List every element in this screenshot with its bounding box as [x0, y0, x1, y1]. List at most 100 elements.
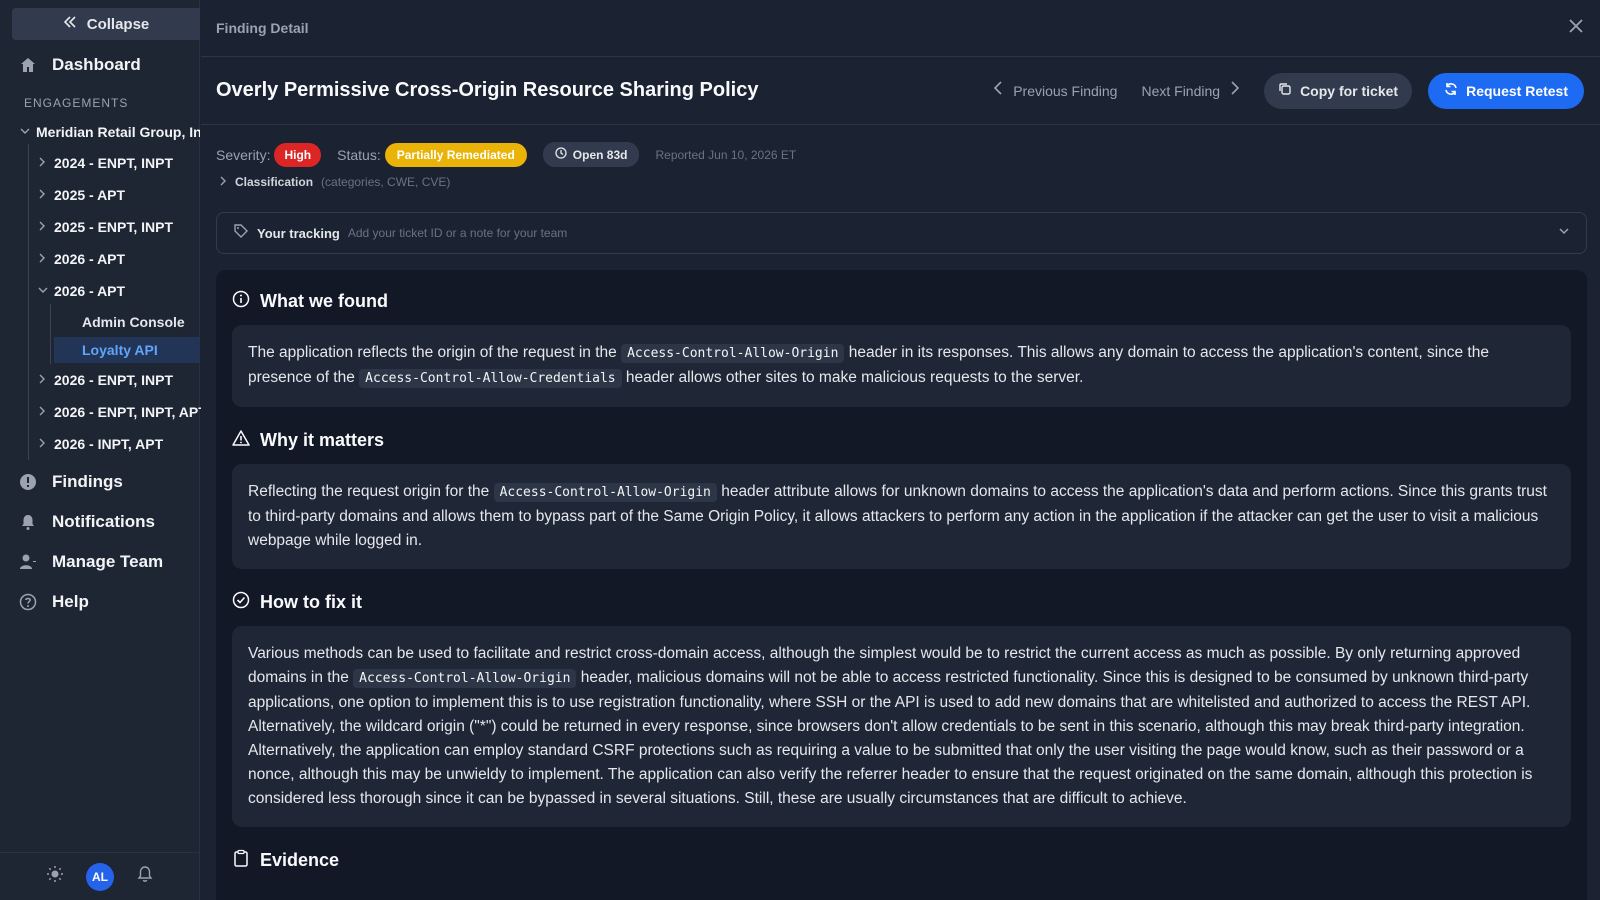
chevron-right-icon	[38, 221, 46, 234]
engagement-label: 2024 - ENPT, INPT	[54, 155, 174, 171]
nav-notifications-label: Notifications	[52, 512, 155, 531]
engagement-label: 2026 - ENPT, INPT	[54, 372, 174, 388]
chevron-right-icon	[219, 175, 227, 189]
bell-icon[interactable]	[136, 865, 154, 888]
section-body: The application reflects the origin of t…	[232, 325, 1571, 407]
sidebar-footer: AL	[0, 852, 200, 900]
close-icon[interactable]	[1568, 17, 1584, 40]
engagement-item[interactable]: 2026 - INPT, APT	[38, 436, 163, 452]
previous-finding-button[interactable]: Previous Finding	[993, 81, 1117, 100]
finding-title: Overly Permissive Cross-Origin Resource …	[216, 79, 759, 101]
chevron-down-icon	[20, 126, 30, 139]
client-name: Meridian Retail Group, Inc.	[36, 124, 200, 140]
engagement-item[interactable]: 2026 - ENPT, INPT, APT	[38, 404, 207, 420]
copy-for-ticket-label: Copy for ticket	[1300, 82, 1399, 99]
body-text: The application reflects the origin of t…	[248, 344, 622, 361]
body-text: header allows other sites to make malici…	[621, 369, 1084, 386]
copy-icon	[1278, 82, 1292, 99]
code-snippet: Access-Control-Allow-Origin	[353, 669, 577, 688]
engagement-label: 2025 - APT	[54, 187, 126, 203]
open-duration-badge: Open 83d	[542, 142, 640, 167]
sun-icon[interactable]	[46, 865, 64, 888]
sidebar: Collapse Dashboard ENGAGEMENTS Meridian …	[0, 0, 207, 900]
engagement-item-expanded[interactable]: 2026 - APT	[38, 283, 125, 299]
clock-icon	[555, 147, 567, 162]
project-item-loyalty-api[interactable]: Loyalty API	[54, 337, 200, 363]
chevron-right-icon	[38, 406, 46, 419]
chevron-right-icon	[1230, 81, 1240, 100]
finding-title-row: Overly Permissive Cross-Origin Resource …	[201, 57, 1600, 125]
request-retest-button[interactable]: Request Retest	[1428, 72, 1584, 109]
nav-findings-label: Findings	[52, 472, 123, 491]
chevron-right-icon	[38, 157, 46, 170]
engagement-label: 2026 - INPT, APT	[54, 436, 164, 452]
client-tree-item[interactable]: Meridian Retail Group, Inc.	[20, 124, 200, 140]
project-label: Loyalty API	[82, 342, 158, 358]
refresh-icon	[1444, 82, 1458, 99]
section-title: Evidence	[260, 850, 340, 870]
reported-date: Reported Jun 10, 2026 ET	[655, 147, 797, 162]
engagement-item[interactable]: 2025 - ENPT, INPT	[38, 219, 173, 235]
avatar[interactable]: AL	[86, 862, 114, 891]
chevron-left-icon	[993, 81, 1003, 100]
code-snippet: Access-Control-Allow-Origin	[621, 344, 845, 363]
nav-help[interactable]: Help	[18, 592, 89, 612]
panel-title: Finding Detail	[216, 20, 309, 36]
section-title: How to fix it	[260, 592, 362, 612]
section-what-we-found: What we found	[232, 290, 1571, 313]
engagement-label: 2026 - APT	[54, 251, 126, 267]
chevron-right-icon	[38, 374, 46, 387]
body-text: Reflecting the request origin for the	[248, 483, 494, 500]
project-label: Admin Console	[82, 314, 185, 330]
project-item-admin-console[interactable]: Admin Console	[54, 309, 200, 335]
next-finding-label: Next Finding	[1141, 82, 1221, 99]
nav-notifications[interactable]: Notifications	[18, 512, 155, 532]
nav-help-label: Help	[52, 592, 89, 611]
nav-dashboard[interactable]: Dashboard	[18, 55, 141, 75]
finding-content: What we found The application reflects t…	[216, 270, 1587, 900]
tracking-field[interactable]: Your tracking Add your ticket ID or a no…	[216, 212, 1587, 254]
finding-detail-panel: Finding Detail Overly Permissive Cross-O…	[201, 0, 1600, 900]
bell-icon	[18, 512, 38, 532]
engagement-item[interactable]: 2024 - ENPT, INPT	[38, 155, 173, 171]
collapse-label: Collapse	[86, 15, 150, 33]
tracking-label: Your tracking	[257, 225, 340, 241]
nav-manage-team[interactable]: Manage Team	[18, 552, 163, 572]
classification-label: Classification	[235, 175, 314, 189]
severity-badge: High	[274, 142, 322, 167]
code-snippet: Access-Control-Allow-Origin	[493, 483, 717, 502]
copy-for-ticket-button[interactable]: Copy for ticket	[1264, 72, 1413, 109]
help-circle-icon	[18, 592, 38, 612]
clipboard-icon	[232, 849, 250, 872]
section-why-it-matters: Why it matters	[232, 429, 1571, 452]
info-icon	[232, 290, 250, 313]
section-body: Reflecting the request origin for the Ac…	[232, 464, 1571, 569]
next-finding-button[interactable]: Next Finding	[1141, 81, 1240, 100]
section-title: What we found	[260, 291, 388, 311]
check-circle-icon	[232, 591, 250, 614]
status-label: Status:	[337, 146, 381, 163]
tag-icon	[233, 223, 249, 244]
panel-header: Finding Detail	[201, 0, 1600, 57]
engagement-item[interactable]: 2026 - ENPT, INPT	[38, 372, 173, 388]
status-badge: Partially Remediated	[384, 142, 527, 167]
chevron-down-icon	[38, 285, 48, 298]
section-title: Why it matters	[260, 430, 385, 450]
section-evidence: Evidence	[232, 849, 1571, 872]
nav-findings[interactable]: Findings	[18, 472, 123, 492]
chevron-right-icon	[38, 189, 46, 202]
engagements-section-label: ENGAGEMENTS	[24, 96, 129, 110]
engagement-item[interactable]: 2026 - APT	[38, 251, 125, 267]
request-retest-label: Request Retest	[1466, 82, 1568, 99]
user-add-icon	[18, 552, 38, 572]
engagement-label: 2026 - ENPT, INPT, APT	[54, 404, 207, 420]
engagement-item[interactable]: 2025 - APT	[38, 187, 125, 203]
home-icon	[18, 55, 38, 75]
classification-toggle[interactable]: Classification (categories, CWE, CVE)	[219, 175, 450, 189]
open-duration-label: Open 83d	[572, 147, 628, 162]
collapse-button[interactable]: Collapse	[12, 8, 200, 40]
tree-line	[28, 144, 29, 460]
chevron-right-icon	[38, 438, 46, 451]
nav-dashboard-label: Dashboard	[52, 55, 141, 74]
sub-tree-line	[50, 304, 51, 364]
